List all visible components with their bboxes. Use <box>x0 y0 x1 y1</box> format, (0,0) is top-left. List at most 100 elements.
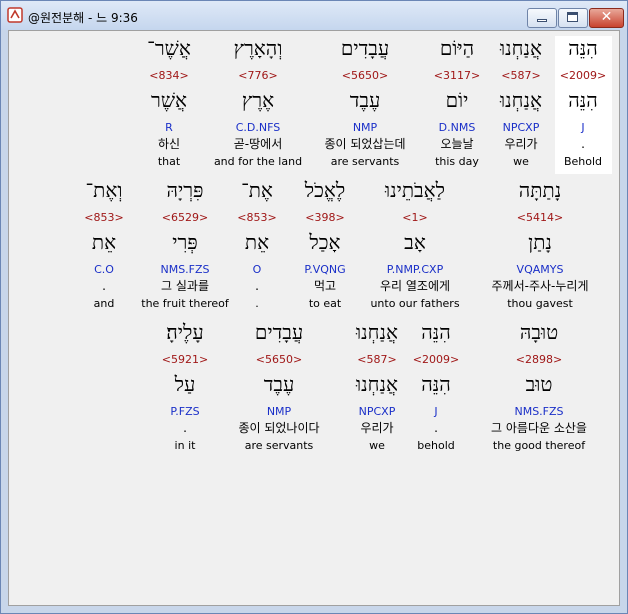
window-frame-left <box>1 30 8 606</box>
window-frame-right <box>620 30 627 606</box>
interlinear-view[interactable]: הִנֵּה <2009> הִנֵּה J. Behold אֲנַחְנוּ <587>… <box>8 30 620 606</box>
korean-gloss: 종이 되었나이다 <box>238 421 320 435</box>
morphology-code: NMP <box>266 405 292 418</box>
morphology-code: NMP <box>352 121 378 134</box>
morphology-code: R <box>165 121 173 134</box>
morphology-code: NPCXP <box>358 405 396 418</box>
strong-number: <5921> <box>161 353 209 366</box>
hebrew-word[interactable]: וְהָאָרֶץ <box>234 37 283 59</box>
lexical-form: עֶבֶד <box>349 88 381 112</box>
title-bar[interactable]: @원전분해 - 느 9:36 ✕ <box>1 1 627 30</box>
morphology-code: J <box>434 405 438 418</box>
korean-gloss: 그 아름다운 소산을 <box>491 421 587 435</box>
hebrew-word[interactable]: הִנֵּה <box>421 321 451 343</box>
korean-gloss: 오늘날 <box>440 137 474 151</box>
strong-number: <2009> <box>559 69 607 82</box>
korean-gloss: . <box>255 279 259 293</box>
english-gloss: thou gavest <box>507 297 573 310</box>
hebrew-word[interactable]: נָתַתָּה <box>519 179 561 201</box>
lexical-form: אָב <box>404 230 426 254</box>
minimize-button[interactable] <box>527 8 557 28</box>
english-gloss: that <box>157 155 181 168</box>
hebrew-word[interactable]: וְאֶת־ <box>86 179 123 201</box>
korean-gloss: . <box>581 137 585 151</box>
hebrew-word[interactable]: לֶאֱכֹל <box>305 179 346 201</box>
korean-gloss: 우리가 <box>504 137 538 151</box>
morphology-code: C.O <box>94 263 114 276</box>
korean-gloss: . <box>102 279 106 293</box>
strong-number: <587> <box>357 353 397 366</box>
lexical-form: אֲשֶׁר <box>151 88 187 112</box>
strong-number: <5650> <box>341 69 389 82</box>
hebrew-word[interactable]: אֲנַחְנוּ <box>500 37 542 59</box>
strong-number: <834> <box>149 69 189 82</box>
korean-gloss: 우리 열조에게 <box>379 279 451 293</box>
hebrew-word[interactable]: הַיּוֹם <box>440 37 474 59</box>
close-icon: ✕ <box>600 9 613 25</box>
english-gloss: this day <box>435 155 479 168</box>
hebrew-word[interactable]: טוּבָהּ <box>520 321 558 343</box>
english-gloss: to eat <box>308 297 342 310</box>
window-title: @원전분해 - 느 9:36 <box>28 11 138 25</box>
lexical-form: עַל <box>174 372 196 396</box>
strong-number: <1> <box>402 211 428 224</box>
english-gloss: behold <box>417 439 455 452</box>
hebrew-word[interactable]: אֲשֶׁר־ <box>147 37 191 59</box>
morphology-code: J <box>581 121 585 134</box>
lexical-form: הִנֵּה <box>421 372 451 396</box>
strong-number: <3117> <box>433 69 481 82</box>
korean-gloss: 곧-땅에서 <box>233 137 283 151</box>
english-gloss: the good thereof <box>492 439 586 452</box>
lexical-form: אָכַל <box>309 230 341 254</box>
english-gloss: are servants <box>244 439 314 452</box>
hebrew-word[interactable]: לַאֲבֹתֵינוּ <box>385 179 445 201</box>
strong-number: <2009> <box>412 353 460 366</box>
maximize-icon <box>567 12 578 22</box>
morphology-code: P.VQNG <box>304 263 346 276</box>
strong-number: <587> <box>501 69 541 82</box>
strong-number: <776> <box>238 69 278 82</box>
korean-gloss: 그 실과를 <box>161 279 209 293</box>
lexical-form: אֶרֶץ <box>241 88 275 112</box>
window-frame-bottom <box>1 606 627 613</box>
hebrew-word[interactable]: אֲנַחְנוּ <box>356 321 398 343</box>
app-logo-icon <box>7 7 23 23</box>
hebrew-word[interactable]: עֲבָדִים <box>341 37 389 59</box>
lexical-form: פְּרִי <box>172 230 198 254</box>
english-gloss: are servants <box>330 155 400 168</box>
english-gloss: and for the land <box>213 155 303 168</box>
lexical-form: טוּב <box>525 372 553 396</box>
strong-number: <6529> <box>161 211 209 224</box>
english-gloss: we <box>369 439 385 452</box>
minimize-icon <box>537 19 547 22</box>
lexical-form: נָתַן <box>528 230 552 254</box>
morphology-code: NMS.FZS <box>160 263 210 276</box>
korean-gloss: 우리가 <box>360 421 394 435</box>
hebrew-word[interactable]: אֶת־ <box>241 179 273 201</box>
hebrew-word[interactable]: עֲבָדִים <box>255 321 303 343</box>
morphology-code: O <box>252 263 262 276</box>
korean-gloss: 먹고 <box>313 279 337 293</box>
english-gloss: unto our fathers <box>370 297 460 310</box>
strong-number: <853> <box>84 211 124 224</box>
morphology-code: VQAMYS <box>516 263 564 276</box>
english-gloss: Behold <box>563 155 603 168</box>
english-gloss: . <box>255 297 259 310</box>
english-gloss: the fruit thereof <box>141 297 229 310</box>
strong-number: <853> <box>237 211 277 224</box>
lexical-form: הִנֵּה <box>568 88 598 112</box>
lexical-form: אֲנַחְנוּ <box>500 88 542 112</box>
strong-number: <5650> <box>255 353 303 366</box>
morphology-code: NMS.FZS <box>514 405 564 418</box>
morphology-code: NPCXP <box>502 121 540 134</box>
lexical-form: אֵת <box>244 230 270 254</box>
hebrew-word[interactable]: עָלֶיהָ׃ <box>166 321 203 343</box>
lexical-form: אֲנַחְנוּ <box>356 372 398 396</box>
hebrew-word[interactable]: הִנֵּה <box>568 37 598 59</box>
maximize-button[interactable] <box>558 8 588 28</box>
close-button[interactable]: ✕ <box>589 8 624 28</box>
korean-gloss: 주께서-주사-누리게 <box>491 279 589 293</box>
korean-gloss: 종이 되었삽는데 <box>324 137 406 151</box>
hebrew-word[interactable]: פִּרְיָהּ <box>166 179 203 201</box>
korean-gloss: . <box>183 421 187 435</box>
